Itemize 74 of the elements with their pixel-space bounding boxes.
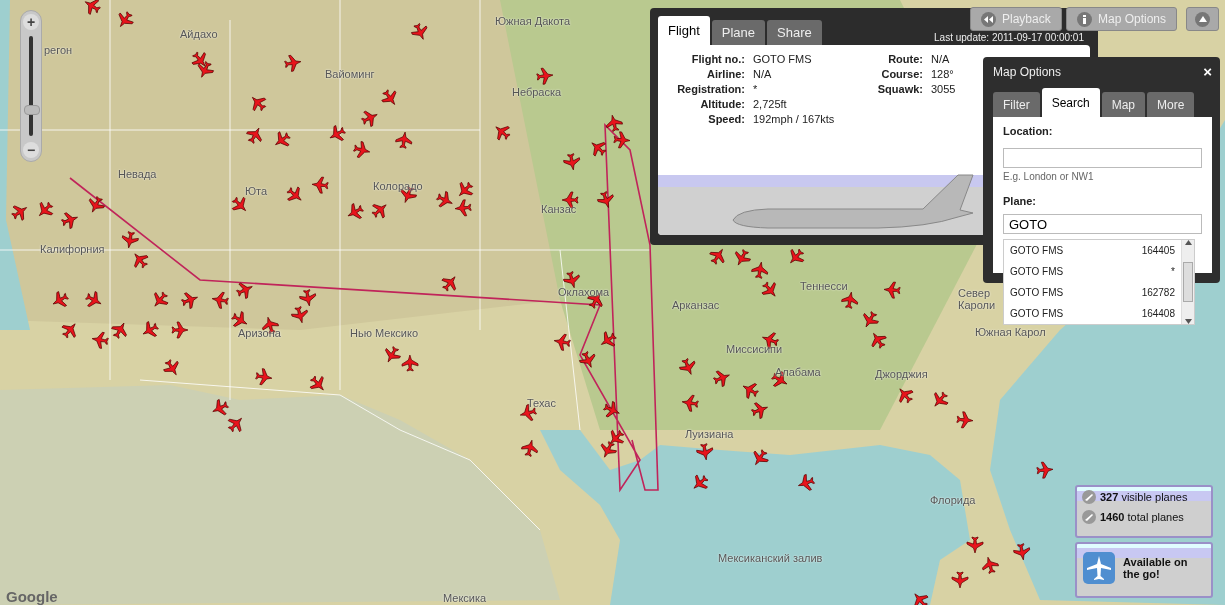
map-label: Небраска (512, 86, 562, 98)
field-value: 192mph / 167kts (753, 113, 836, 125)
zoom-out-button[interactable]: − (23, 142, 39, 158)
field-label: Speed: (707, 113, 745, 125)
field-label: Registration: (676, 83, 745, 95)
map-label: Юта (245, 185, 268, 197)
field-label: Location: (1003, 125, 1054, 137)
panel-title: Map Options (993, 64, 1062, 79)
location-input[interactable] (1003, 148, 1202, 168)
map-label: Техас (527, 397, 556, 409)
field-value: 128° (931, 68, 955, 80)
field-label: Airline: (706, 68, 745, 80)
scroll-down-icon[interactable] (1184, 319, 1192, 324)
map-label: Миссисипи (726, 343, 783, 355)
hint-text: E.g. London or NW1 (1003, 171, 1095, 182)
map-label: Колорадо (373, 180, 423, 192)
scrollbar[interactable] (1181, 240, 1194, 324)
collapse-button[interactable] (1186, 7, 1219, 31)
mobile-app-link[interactable]: Available on the go! (1077, 544, 1211, 592)
plane-search-input[interactable]: GOTO (1003, 214, 1202, 234)
field-value: 3055 (931, 83, 957, 95)
search-result-item[interactable]: GOTO FMS * (1004, 261, 1181, 282)
map-label: Луизиана (685, 428, 734, 440)
zoom-slider[interactable]: + − (20, 10, 42, 162)
map-label: Нью Мексико (350, 327, 419, 339)
map-label: Мексиканский залив (718, 552, 823, 564)
field-value: GOTO FMS (753, 53, 813, 65)
options-tab[interactable]: More (1147, 92, 1195, 117)
field-label: Flight no.: (690, 53, 745, 65)
field-value: N/A (753, 68, 773, 80)
map-label: Канзас (541, 203, 577, 215)
info-icon (1077, 11, 1092, 27)
field-label: Course: (880, 68, 923, 80)
panel-tab[interactable]: Share (767, 20, 822, 45)
map-label: Южная Дакота (495, 15, 571, 27)
panel-tab[interactable]: Flight (658, 16, 710, 45)
field-label: Altitude: (699, 98, 745, 110)
field-label: Route: (887, 53, 923, 65)
map-label: Теннесси (800, 280, 848, 292)
map-label: Алабама (775, 366, 821, 378)
map-label: Вайоминг (325, 68, 375, 80)
options-tab[interactable]: Filter (993, 92, 1040, 117)
map-label: Калифорния (40, 243, 105, 255)
map-label: Флорида (930, 494, 976, 506)
field-value: 2,725ft (753, 98, 788, 110)
map-label: Южная Карол (975, 326, 1046, 338)
close-button[interactable]: × (1203, 63, 1212, 80)
map-label: Север (958, 287, 991, 299)
scroll-up-icon[interactable] (1184, 240, 1192, 245)
search-result-item[interactable]: GOTO FMS 164408 (1004, 303, 1181, 324)
field-value: * (753, 83, 759, 95)
stat-text: 1460 total planes (1100, 511, 1184, 523)
rewind-icon (981, 11, 996, 27)
zoom-in-button[interactable]: + (23, 14, 39, 30)
map-label: Невада (118, 168, 157, 180)
options-tab[interactable]: Search (1041, 88, 1100, 117)
stat-text: 327 visible planes (1100, 491, 1188, 503)
last-update-text: Last update: 2011-09-17 00:00:01 (934, 32, 1084, 43)
field-value: N/A (931, 53, 951, 65)
panel-tab[interactable]: Plane (711, 20, 766, 45)
map-label: Аризона (238, 327, 281, 339)
options-tab[interactable]: Map (1101, 92, 1146, 117)
map-logo: Google (6, 588, 58, 605)
map-label: Кароли (958, 299, 996, 311)
map-label: Мексика (443, 592, 487, 604)
search-result-item[interactable]: GOTO FMS 164405 (1004, 240, 1181, 261)
map-label: Арканзас (672, 299, 720, 311)
field-label: Squawk: (876, 83, 923, 95)
map-label: Айдахо (180, 28, 218, 40)
field-label: Plane: (1003, 195, 1037, 207)
map-label: Джорджия (875, 368, 928, 380)
zoom-thumb[interactable] (24, 105, 40, 115)
map-label: регон (44, 44, 73, 56)
search-result-item[interactable]: GOTO FMS 162782 (1004, 282, 1181, 303)
